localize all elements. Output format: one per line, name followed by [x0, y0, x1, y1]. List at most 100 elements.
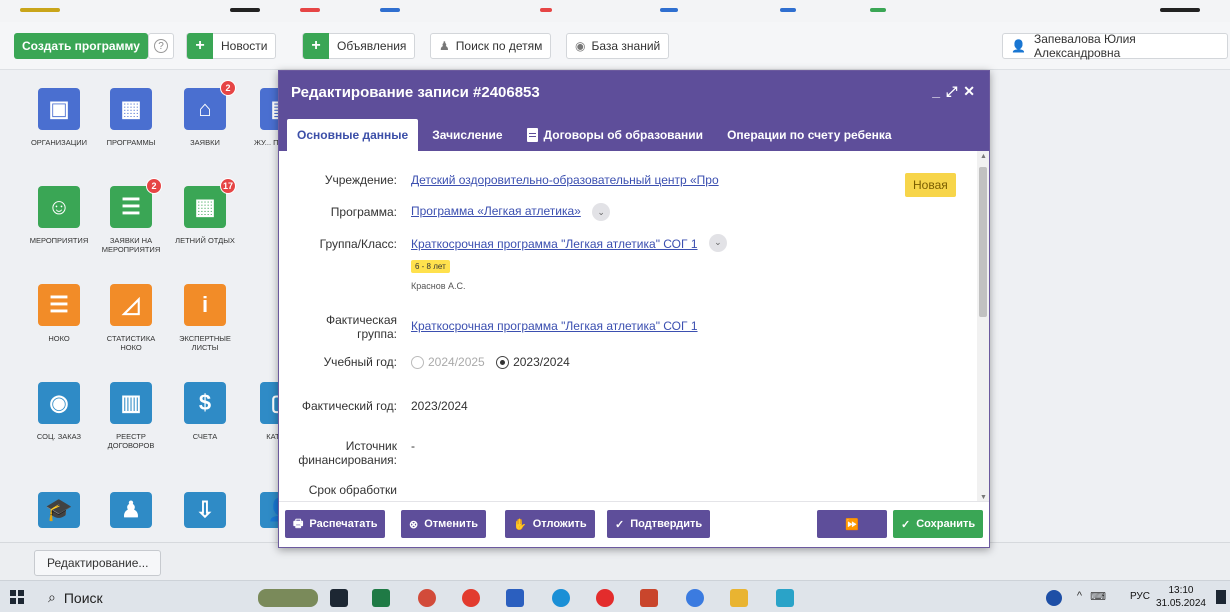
- actual-group-row: Фактическая группа: Краткосрочная програ…: [279, 313, 698, 341]
- powerpoint-icon[interactable]: [640, 589, 658, 607]
- info-icon: i: [184, 284, 226, 326]
- print-button[interactable]: 🖶 Распечатать: [285, 510, 386, 538]
- dialog-body: Новая Учреждение: Детский оздоровительно…: [279, 151, 977, 503]
- group-link[interactable]: Краткосрочная программа "Легкая атлетика…: [411, 237, 698, 251]
- notifications-icon[interactable]: [1216, 590, 1226, 604]
- dashboard-tile[interactable]: ◿ Статистика НОКО: [96, 284, 166, 352]
- news-label: Новости: [221, 39, 268, 53]
- minimize-icon[interactable]: _: [932, 83, 940, 100]
- dashboard-tile[interactable]: ⌂ 2 Заявки: [170, 80, 240, 147]
- program-link[interactable]: Программа «Легкая атлетика»: [411, 204, 581, 218]
- plus-icon: +: [187, 33, 213, 59]
- doc-chart-icon: ▥: [110, 382, 152, 424]
- dashboard-tile[interactable]: ▥ Реестр договоров: [96, 382, 166, 450]
- messenger-icon[interactable]: [686, 589, 704, 607]
- dashboard-tile[interactable]: ▦ 17 Летний отдых: [170, 178, 240, 245]
- language-indicator[interactable]: РУС: [1130, 591, 1150, 602]
- tile-label: Счета: [192, 432, 218, 441]
- tile-label: Летний отдых: [175, 236, 235, 245]
- dialog-header: Редактирование записи #2406853 _ ⤢ ✕: [279, 71, 989, 113]
- help-button[interactable]: ?: [148, 33, 174, 59]
- tab-contracts[interactable]: Договоры об образовании: [517, 119, 714, 151]
- taskbar-search-label: Поиск: [63, 589, 103, 606]
- age-badge: 6 - 8 лет: [411, 259, 450, 273]
- create-program-button[interactable]: Создать программу: [14, 33, 148, 59]
- word-icon[interactable]: [506, 589, 524, 607]
- institution-link[interactable]: Детский оздоровительно-образовательный ц…: [411, 173, 719, 187]
- yandex-icon[interactable]: [462, 589, 480, 607]
- keyboard-icon[interactable]: ⌨: [1090, 590, 1106, 603]
- year-radio-2023[interactable]: [496, 356, 510, 370]
- help-tray-icon[interactable]: [1046, 590, 1062, 606]
- institution-row: Учреждение: Детский оздоровительно-образ…: [279, 173, 719, 187]
- confirm-label: Подтвердить: [630, 518, 703, 530]
- children-search-button[interactable]: ♟ Поиск по детям: [430, 33, 552, 59]
- year-row: Учебный год: 2024/2025 2023/2024: [279, 355, 570, 370]
- tile-label: НОКО: [48, 334, 70, 343]
- dashboard-tile[interactable]: ▦ Программы: [96, 88, 166, 147]
- weather-widget-icon[interactable]: [258, 589, 318, 607]
- dashboard-tile[interactable]: $ Счета: [170, 382, 240, 441]
- dashboard-tile[interactable]: ▣ Организации: [24, 88, 94, 147]
- windows-start-icon[interactable]: [10, 590, 24, 604]
- knowledge-base-button[interactable]: ◉ База знаний: [566, 33, 670, 59]
- group-label: Группа/Класс:: [319, 237, 397, 251]
- tab-contracts-label: Договоры об образовании: [543, 128, 704, 142]
- child-icon: ♟: [439, 39, 450, 53]
- thumb-down-icon: ✋: [513, 518, 527, 531]
- tab-account-operations[interactable]: Операции по счету ребенка: [717, 119, 902, 151]
- notification-badge: 2: [220, 80, 236, 96]
- actual-group-link[interactable]: Краткосрочная программа "Легкая атлетика…: [411, 319, 698, 333]
- clock[interactable]: 13:10 31.05.2024: [1156, 584, 1206, 610]
- announcements-button[interactable]: + Объявления: [302, 33, 416, 59]
- year-option-2024: 2024/2025: [428, 355, 485, 369]
- chevron-down-icon[interactable]: ⌄: [708, 233, 727, 252]
- save-button[interactable]: ✓ Сохранить: [893, 510, 984, 538]
- cancel-button[interactable]: ⊗ Отменить: [401, 510, 486, 538]
- clock-date: 31.05.2024: [1155, 598, 1206, 609]
- dashboard-tile[interactable]: 🎓: [24, 492, 94, 528]
- close-icon[interactable]: ✕: [963, 83, 975, 100]
- tray-chevron-icon[interactable]: ^: [1077, 590, 1082, 602]
- open-window-item[interactable]: Редактирование...: [34, 550, 162, 576]
- tab-main-data[interactable]: Основные данные: [287, 119, 419, 151]
- briefcase-icon: ▣: [38, 88, 80, 130]
- clock-time: 13:10: [1168, 585, 1194, 596]
- notification-badge: 17: [220, 178, 236, 194]
- dashboard-tile[interactable]: ☺ Мероприятия: [24, 186, 94, 245]
- taskbar-search[interactable]: ⌕ Поиск: [48, 589, 103, 606]
- year-radio-2024[interactable]: [411, 356, 424, 370]
- dialog-scrollbar[interactable]: ▲ ▼: [977, 151, 989, 503]
- opera-icon[interactable]: [596, 589, 614, 607]
- scrollbar-thumb[interactable]: [979, 167, 987, 317]
- dashboard-tile[interactable]: ⇩: [170, 492, 240, 528]
- dashboard-tile[interactable]: i Экспертные листы: [170, 284, 240, 352]
- tab-enrollment[interactable]: Зачисление: [422, 119, 512, 151]
- app-icon[interactable]: [776, 589, 794, 607]
- edge-icon[interactable]: [552, 589, 570, 607]
- tile-label: Заявки на мероприятия: [101, 236, 161, 254]
- dashboard-tile[interactable]: ♟: [96, 492, 166, 528]
- maximize-icon[interactable]: ⤢: [946, 83, 957, 100]
- task-view-icon[interactable]: [330, 589, 348, 607]
- dashboard-tile[interactable]: ☰ НОКО: [24, 284, 94, 343]
- tile-label: Статистика НОКО: [106, 334, 156, 352]
- program-row: Программа: Программа «Легкая атлетика» ⌄: [279, 203, 611, 221]
- file-explorer-icon[interactable]: [730, 589, 748, 607]
- confirm-button[interactable]: ✓ Подтвердить: [607, 510, 711, 538]
- group-row: Группа/Класс: Краткосрочная программа "Л…: [279, 233, 727, 291]
- chrome-icon[interactable]: [418, 589, 436, 607]
- user-menu[interactable]: 👤 Запевалова Юлия Александровна: [1002, 32, 1228, 60]
- check-icon: ✓: [901, 518, 911, 531]
- smile-icon: ☺: [38, 186, 80, 228]
- children-search-label: Поиск по детям: [455, 39, 543, 53]
- news-button[interactable]: + Новости: [186, 33, 277, 59]
- browser-tab-strip: [0, 0, 1230, 22]
- dashboard-tile[interactable]: ◉ Соц. заказ: [24, 382, 94, 441]
- skip-button[interactable]: ⏩: [817, 510, 887, 538]
- dashboard-tile[interactable]: ☰ 2 Заявки на мероприятия: [96, 178, 166, 254]
- postpone-button[interactable]: ✋ Отложить: [505, 510, 595, 538]
- chevron-down-icon[interactable]: ⌄: [592, 203, 611, 221]
- excel-icon[interactable]: [372, 589, 390, 607]
- program-label: Программа:: [330, 205, 397, 219]
